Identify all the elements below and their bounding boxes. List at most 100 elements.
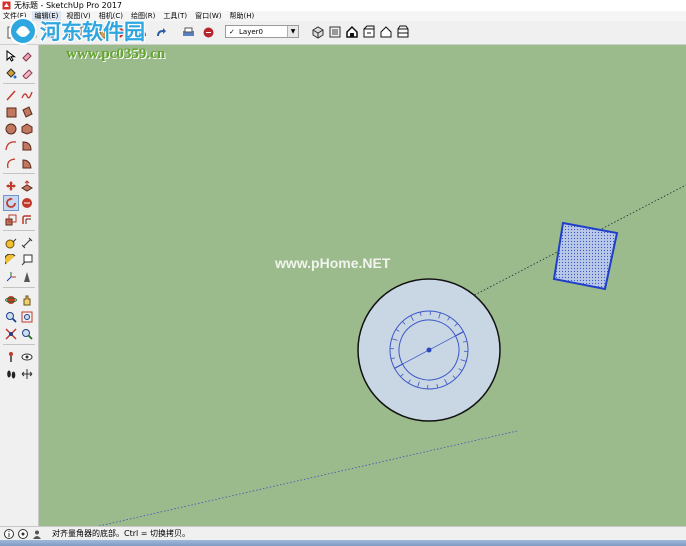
zoom-window-icon	[21, 311, 33, 323]
zoom-window-tool[interactable]	[20, 310, 34, 324]
protractor-center-point	[426, 347, 432, 353]
look-around-icon	[21, 353, 33, 361]
view-right-button[interactable]	[361, 24, 377, 40]
freehand-icon	[21, 91, 33, 99]
info-icon[interactable]	[4, 529, 14, 539]
brand-logo-icon	[9, 17, 37, 45]
footprints-tool[interactable]	[4, 367, 18, 381]
chevron-down-icon: ▼	[287, 26, 298, 37]
sidebar-divider	[3, 173, 35, 174]
three-point-arc-tool[interactable]	[4, 156, 18, 170]
sidebar-divider	[3, 230, 35, 231]
print-icon	[182, 27, 194, 36]
section-plane-tool[interactable]	[20, 367, 34, 381]
eraser-alt-tool[interactable]	[20, 66, 34, 80]
eraser-icon	[22, 52, 32, 62]
print-button[interactable]	[180, 24, 196, 40]
model-info-button[interactable]	[200, 24, 216, 40]
select-tool[interactable]	[4, 49, 18, 63]
paint-bucket-tool[interactable]	[4, 66, 18, 80]
view-top-button[interactable]	[327, 24, 343, 40]
text-icon	[21, 254, 33, 266]
user-icon[interactable]	[32, 529, 42, 539]
move-icon	[6, 181, 16, 191]
dimension-icon	[21, 237, 33, 249]
look-around-tool[interactable]	[20, 350, 34, 364]
model-canvas	[98, 184, 686, 526]
position-camera-tool[interactable]	[20, 327, 34, 341]
menu-tools[interactable]: 工具(T)	[160, 11, 190, 21]
layer-dropdown-value: Layer0	[239, 28, 263, 36]
redo-button[interactable]	[152, 24, 168, 40]
orbit-tool[interactable]	[4, 293, 18, 307]
sketchup-logo-icon	[2, 1, 11, 10]
line-tool[interactable]	[4, 88, 18, 102]
move-tool[interactable]	[4, 179, 18, 193]
pie-tool[interactable]	[20, 139, 34, 153]
arc-icon	[5, 141, 17, 151]
right-view-icon	[363, 25, 375, 38]
scale-icon	[5, 214, 17, 226]
rotate-icon	[6, 197, 16, 208]
protractor-tool[interactable]	[4, 253, 18, 267]
3d-text-icon	[24, 272, 30, 282]
menu-help[interactable]: 帮助(H)	[226, 11, 257, 21]
view-left-button[interactable]	[395, 24, 411, 40]
tape-measure-tool[interactable]	[4, 236, 18, 250]
sidebar-divider	[3, 344, 35, 345]
layer-dropdown[interactable]: ✓ Layer0 ▼	[225, 25, 299, 38]
view-front-button[interactable]	[344, 24, 360, 40]
view-iso-button[interactable]	[310, 24, 326, 40]
brand-watermark-text: 河东软件园	[40, 20, 145, 44]
center-watermark: www.pHome.NET	[275, 255, 391, 271]
line-icon	[6, 90, 16, 101]
push-pull-icon	[21, 180, 33, 192]
eraser-tool[interactable]	[20, 49, 34, 63]
rectangle-icon	[6, 107, 17, 118]
axes-tool[interactable]	[4, 270, 18, 284]
zoom-tool[interactable]	[4, 310, 18, 324]
zoom-icon	[6, 312, 17, 323]
freehand-tool[interactable]	[20, 88, 34, 102]
follow-me-tool[interactable]	[20, 196, 34, 210]
selected-square-face[interactable]	[552, 221, 619, 291]
os-taskbar	[0, 540, 686, 546]
zoom-extents-tool[interactable]	[4, 327, 18, 341]
walk-tool[interactable]	[4, 350, 18, 364]
3d-text-tool[interactable]	[20, 270, 34, 284]
tape-measure-icon	[5, 238, 17, 249]
window-title: 无标题 - SketchUp Pro 2017	[14, 1, 122, 10]
offset-icon	[22, 215, 31, 224]
polygon-tool[interactable]	[20, 122, 34, 136]
paint-bucket-icon	[6, 68, 17, 79]
text-tool[interactable]	[20, 253, 34, 267]
status-message: 对齐量角器的底部。Ctrl = 切换拷贝。	[52, 529, 191, 538]
credit-icon[interactable]	[18, 529, 28, 539]
scale-tool[interactable]	[4, 213, 18, 227]
front-view-icon	[346, 25, 358, 38]
rotated-rectangle-icon	[22, 106, 33, 118]
axes-icon	[6, 272, 16, 282]
menu-window[interactable]: 窗口(W)	[192, 11, 224, 21]
model-info-icon	[203, 27, 213, 37]
protractor-icon	[5, 254, 16, 265]
pan-tool[interactable]	[20, 293, 34, 307]
circle-tool[interactable]	[4, 122, 18, 136]
rotated-rectangle-tool[interactable]	[20, 105, 34, 119]
position-camera-icon	[22, 329, 33, 340]
layer-active-check: ✓	[229, 28, 235, 36]
drawing-viewport[interactable]	[39, 45, 686, 526]
dimension-tool[interactable]	[20, 236, 34, 250]
left-view-icon	[397, 25, 409, 38]
two-point-arc-tool[interactable]	[20, 156, 34, 170]
tool-sidebar	[0, 45, 39, 526]
view-back-button[interactable]	[378, 24, 394, 40]
sidebar-divider	[3, 287, 35, 288]
pan-icon	[23, 295, 31, 306]
rotate-tool[interactable]	[3, 195, 19, 211]
rectangle-tool[interactable]	[4, 105, 18, 119]
redo-icon	[156, 27, 166, 36]
arc-tool[interactable]	[4, 139, 18, 153]
offset-tool[interactable]	[20, 213, 34, 227]
push-pull-tool[interactable]	[20, 179, 34, 193]
